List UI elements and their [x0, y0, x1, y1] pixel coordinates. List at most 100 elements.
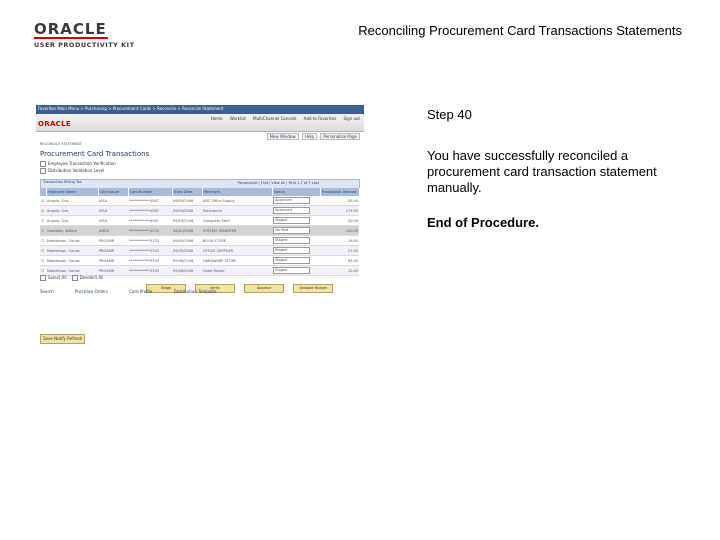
checkbox-icon[interactable] — [71, 275, 78, 281]
end-of-procedure: End of Procedure. — [427, 215, 539, 230]
cell-card: ************4567 — [128, 215, 172, 226]
option-label: Distribution Validation Level — [48, 168, 105, 173]
option-distribution-validation[interactable]: Distribution Validation Level — [40, 168, 104, 174]
selection-options: Select All Deselect All — [40, 275, 103, 281]
status-select[interactable]: Approved — [273, 197, 310, 204]
nav-bar: Favorites Main Menu > Purchasing > Procu… — [36, 105, 364, 114]
cell-status[interactable]: Staged — [272, 255, 320, 266]
cell-merchant: OFFICE SUPPLIES — [202, 245, 272, 256]
checkbox-icon[interactable] — [40, 168, 46, 174]
add-favorites-link[interactable]: Add to Favorites — [304, 116, 336, 121]
cell-issuer: VISA — [98, 196, 128, 206]
cell-status[interactable]: Staged — [272, 235, 320, 246]
cell-employee[interactable]: Madderson, Carlos — [46, 245, 98, 256]
cell-card: ************3333 — [128, 235, 172, 246]
status-select[interactable]: Staged — [273, 237, 310, 244]
column-header[interactable]: Trans Date — [172, 188, 203, 196]
page-actions: New Window Help Personalize Page — [265, 133, 360, 140]
cell-merchant: HARDWARE STORE — [202, 255, 272, 266]
select-all-label[interactable]: Select All — [48, 275, 67, 280]
table-row: ☑ Angulo, Gris VISA ************4567 09/… — [40, 205, 359, 216]
table-row: ☐ Madderson, Carlos PROAMR ************3… — [40, 235, 359, 246]
cell-date: 09/04/2006 — [172, 215, 202, 226]
document-title: Reconciling Procurement Card Transaction… — [358, 23, 682, 38]
cell-employee[interactable]: Gonzales, Wiliam — [46, 225, 98, 236]
nav-breadcrumbs[interactable]: Favorites Main Menu > Purchasing > Procu… — [38, 106, 223, 111]
column-header[interactable]: Transaction Amount — [320, 188, 360, 196]
table-row: ☐ Angulo, Gris VISA ************4567 09/… — [40, 215, 359, 226]
search-link[interactable]: Search — [40, 289, 54, 294]
column-header[interactable]: Merchant — [202, 188, 273, 196]
table-row: ☐ Gonzales, Wiliam AMEX ************1234… — [40, 225, 359, 236]
cell-employee[interactable]: Angulo, Gris — [46, 196, 98, 206]
cell-amount: 20.00 — [320, 215, 359, 226]
option-label: Employee Transaction Verification — [48, 161, 116, 166]
table-row: ☐ Madderson, Carlos PROAMR ************3… — [40, 255, 359, 266]
column-header[interactable]: Employee Name — [46, 188, 99, 196]
checkbox-icon[interactable] — [40, 275, 46, 281]
status-select[interactable]: Staged — [273, 267, 310, 274]
purchase-orders-link[interactable]: Purchase Orders — [75, 289, 108, 294]
status-select[interactable]: Verified — [273, 227, 310, 234]
cell-merchant: Electronics — [202, 205, 272, 216]
cell-employee[interactable]: Angulo, Gris — [46, 215, 98, 226]
personalize-page-link[interactable]: Personalize Page — [320, 133, 360, 140]
component-crumb: RECONCILE STATEMENT — [40, 142, 82, 146]
cell-issuer: AMEX — [98, 225, 128, 236]
cell-issuer: PROAMR — [98, 255, 128, 266]
cell-card: ************3333 — [128, 255, 172, 266]
footer-links: Search Purchase Orders Card Profile Dist… — [40, 289, 236, 294]
cell-issuer: PROAMR — [98, 235, 128, 246]
step-number: Step 40 — [427, 107, 472, 122]
deselect-all-label[interactable]: Deselect All — [80, 275, 104, 280]
cell-status[interactable]: Staged — [272, 215, 320, 226]
approve-button[interactable]: Approve — [244, 284, 285, 293]
cell-status[interactable]: Verified — [272, 225, 320, 236]
cell-employee[interactable]: Angulo, Gris — [46, 205, 98, 216]
multichannel-link[interactable]: MultiChannel Console — [253, 116, 296, 121]
transactions-table: Employee Name Card Issuer Card Number Tr… — [40, 188, 360, 276]
grid-tabs[interactable]: Transaction Billing Tax — [43, 180, 82, 184]
cell-status[interactable]: Staged — [272, 245, 320, 256]
home-link[interactable]: Home — [211, 116, 223, 121]
table-header-row: Employee Name Card Issuer Card Number Tr… — [40, 188, 360, 196]
table-row: ☑ Angulo, Gris VISA ************4567 09/… — [40, 196, 359, 206]
help-link[interactable]: Help — [301, 133, 318, 140]
logo-wordmark: ORACLE — [34, 20, 107, 38]
cell-merchant: SYSTEM TRANSFER — [202, 225, 272, 236]
cell-date: 09/06/2006 — [172, 255, 202, 266]
status-select[interactable]: Staged — [273, 217, 310, 224]
table-row: ☐ Madderson, Carlos PROAMR ************3… — [40, 245, 359, 256]
cell-amount: 179.50 — [320, 205, 359, 216]
save-toolbar[interactable]: Save Notify Refresh — [40, 334, 86, 344]
distribution-template-link[interactable]: Distribution Template — [174, 289, 217, 294]
cell-issuer: VISA — [98, 215, 128, 226]
oracle-upk-logo: ORACLE USER PRODUCTIVITY KIT — [34, 22, 144, 50]
brand-logo: ORACLE — [38, 120, 71, 128]
cell-amount: 65.00 — [320, 255, 359, 266]
option-employee-verification[interactable]: Employee Transaction Verification — [40, 161, 116, 167]
column-header[interactable]: Status — [272, 188, 321, 196]
cell-employee[interactable]: Madderson, Carlos — [46, 235, 98, 246]
validate-budget-button[interactable]: Validate Budget — [293, 284, 334, 293]
status-select[interactable]: Staged — [273, 247, 310, 254]
card-profile-link[interactable]: Card Profile — [129, 289, 152, 294]
cell-date: 09/04/2006 — [172, 196, 202, 206]
cell-employee[interactable]: Madderson, Carlos — [46, 265, 98, 276]
cell-status[interactable]: Approved — [272, 196, 320, 206]
cell-date: 08/01/2006 — [172, 225, 202, 236]
worklist-link[interactable]: Worklist — [230, 116, 246, 121]
column-header[interactable]: Card Issuer — [98, 188, 129, 196]
column-header[interactable]: Card Number — [128, 188, 173, 196]
step-message: You have successfully reconciled a procu… — [427, 148, 657, 195]
status-select[interactable]: Approved — [273, 207, 310, 214]
cell-employee[interactable]: Madderson, Carlos — [46, 255, 98, 266]
cell-merchant: BOOK STORE — [202, 235, 272, 246]
cell-card: ************4567 — [128, 196, 172, 206]
sign-out-link[interactable]: Sign out — [343, 116, 360, 121]
checkbox-icon[interactable] — [40, 161, 46, 167]
grid-navigation[interactable]: Personalize | Find | View All | First 1-… — [238, 181, 319, 185]
new-window-link[interactable]: New Window — [266, 133, 299, 140]
cell-status[interactable]: Approved — [272, 205, 320, 216]
status-select[interactable]: Staged — [273, 257, 310, 264]
